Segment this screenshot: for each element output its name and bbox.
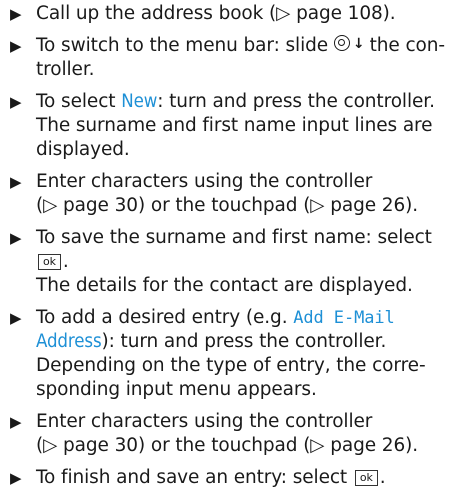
instruction-step: ▶ Enter characters using the controller … — [10, 410, 468, 458]
bullet-icon: ▶ — [10, 309, 22, 327]
instruction-step: ▶ To add a desired entry (e.g. Add E-Mai… — [10, 306, 468, 402]
bullet-icon: ▶ — [10, 37, 22, 55]
step-text: sponding input menu appears. — [36, 379, 317, 400]
step-text: Enter characters using the controller — [36, 411, 373, 432]
step-text: troller. — [36, 59, 95, 80]
bullet-icon: ▶ — [10, 93, 22, 111]
step-text: The surname and first name input lines a… — [36, 115, 433, 136]
step-text: To select — [36, 91, 122, 112]
manual-page: ▶ Call up the address book (▷ page 108).… — [0, 0, 472, 496]
step-text: The details for the contact are displaye… — [36, 275, 413, 296]
instruction-step: ▶ Call up the address book (▷ page 108). — [10, 2, 468, 26]
bullet-icon: ▶ — [10, 229, 22, 247]
bullet-icon: ▶ — [10, 413, 22, 431]
step-text: Enter characters using the controller — [36, 171, 373, 192]
bullet-icon: ▶ — [10, 5, 22, 23]
ok-key-icon: ok — [38, 254, 61, 270]
step-text: displayed. — [36, 139, 130, 160]
step-text: the con- — [369, 35, 445, 56]
step-text: To switch to the menu bar: slide — [36, 35, 329, 56]
instruction-step: ▶ Enter characters using the controller … — [10, 170, 468, 218]
instruction-step: ▶ To finish and save an entry: select ok… — [10, 467, 386, 488]
step-text: To add a desired entry (e.g. — [36, 307, 294, 328]
step-text: Call up the address book (▷ page 108). — [36, 3, 396, 24]
step-text: ): turn and press the controller. — [101, 331, 387, 352]
instruction-step: ▶ To save the surname and first name: se… — [10, 226, 468, 298]
step-text: (▷ page 30) or the touchpad (▷ page 26). — [36, 435, 419, 456]
menu-item-add-email-address: Add E-Mail — [293, 308, 395, 328]
instruction-step: ▶ To switch to the menu bar: slide ↓ the… — [10, 34, 468, 82]
step-text: To finish and save an entry: select — [36, 467, 348, 488]
controller-slide-down-icon: ↓ — [333, 34, 365, 54]
bullet-icon: ▶ — [10, 469, 22, 487]
menu-item-add-email-address: Address — [36, 331, 102, 352]
bullet-icon: ▶ — [10, 173, 22, 191]
instruction-step: ▶ To select New: turn and press the cont… — [10, 90, 468, 162]
menu-item-new: New — [121, 91, 158, 112]
ok-key-icon: ok — [354, 470, 378, 486]
step-text: : turn and press the controller. — [157, 91, 435, 112]
step-text: To save the surname and first name: sele… — [36, 227, 432, 248]
step-text: Depending on the type of entry, the corr… — [36, 355, 426, 376]
step-text: (▷ page 30) or the touchpad (▷ page 26). — [36, 195, 419, 216]
